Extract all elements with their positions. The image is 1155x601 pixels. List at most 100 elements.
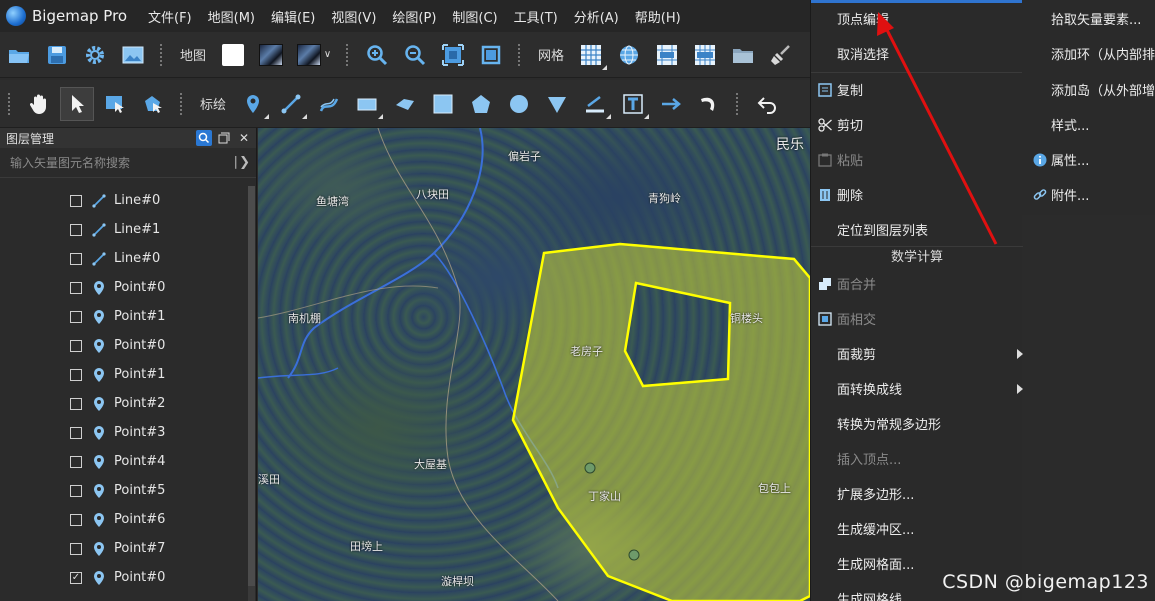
draw-square-button[interactable] <box>426 87 460 121</box>
select-button[interactable] <box>60 86 94 121</box>
layer-checkbox[interactable] <box>70 339 82 352</box>
draw-freehand-button[interactable] <box>388 87 422 121</box>
menu-item-polygon-union[interactable]: 面合并 <box>811 266 1023 301</box>
layer-row[interactable]: Point#2 <box>0 389 248 418</box>
layer-checkbox[interactable] <box>70 368 82 381</box>
layer-checkbox[interactable] <box>70 194 82 207</box>
collapse-panel-icon[interactable]: ∣❯ <box>233 155 250 170</box>
menu-item-vertex-edit[interactable]: 顶点编辑 <box>811 1 1023 36</box>
menu-item-attachments[interactable]: 附件... <box>1022 177 1155 212</box>
layer-row[interactable]: Point#3 <box>0 418 248 447</box>
latlng-grid-button[interactable] <box>612 38 646 72</box>
km-grid-button[interactable] <box>650 38 684 72</box>
menu-item-buffer[interactable]: 生成缓冲区... <box>811 511 1023 546</box>
menu-map[interactable]: 地图(M) <box>200 7 263 26</box>
draw-circle-button[interactable] <box>502 87 536 121</box>
sheet-grid-button[interactable] <box>688 38 722 72</box>
vertex-marker[interactable] <box>584 462 596 474</box>
menu-item-polygon-clip[interactable]: 面裁剪 <box>811 336 1023 371</box>
map-source-dropdown[interactable]: ∨ <box>292 38 336 72</box>
fullscreen-button[interactable] <box>474 38 508 72</box>
draw-sector-button[interactable] <box>540 87 574 121</box>
search-icon[interactable] <box>196 130 212 146</box>
menu-item-polygon-intersect[interactable]: 面相交 <box>811 301 1023 336</box>
satellite-map-button[interactable] <box>254 38 288 72</box>
feature-select-button[interactable] <box>136 87 170 121</box>
settings-button[interactable] <box>78 38 112 72</box>
draw-pentagon-button[interactable] <box>464 87 498 121</box>
layer-checkbox[interactable] <box>70 252 82 265</box>
selected-polygon[interactable] <box>511 242 810 601</box>
menu-edit[interactable]: 编辑(E) <box>263 7 323 26</box>
box-select-button[interactable] <box>98 87 132 121</box>
layer-checkbox[interactable] <box>70 281 82 294</box>
layer-row[interactable]: Point#6 <box>0 505 248 534</box>
menu-file[interactable]: 文件(F) <box>140 7 200 26</box>
restore-icon[interactable] <box>216 130 232 146</box>
layer-checkbox[interactable] <box>70 310 82 323</box>
layer-checkbox[interactable] <box>70 513 82 526</box>
scrollbar-thumb[interactable] <box>248 186 255 586</box>
layer-row[interactable]: Line#1 <box>0 215 248 244</box>
layer-checkbox[interactable] <box>70 426 82 439</box>
menu-item-copy[interactable]: 复制 <box>811 72 1023 107</box>
save-button[interactable] <box>40 38 74 72</box>
zoom-in-button[interactable] <box>360 38 394 72</box>
draw-measure-button[interactable] <box>578 87 612 121</box>
menu-item-style[interactable]: 样式... <box>1022 107 1155 142</box>
image-button[interactable] <box>116 38 150 72</box>
clear-button[interactable] <box>764 38 798 72</box>
draw-point-button[interactable] <box>236 87 270 121</box>
menu-item-insert-vertex[interactable]: 插入顶点... <box>811 441 1023 476</box>
layer-row[interactable]: Point#5 <box>0 476 248 505</box>
menu-item-add-ring[interactable]: 添加环（从内部排 <box>1022 36 1155 71</box>
layer-row[interactable]: Point#1 <box>0 360 248 389</box>
menu-item-pick-vector[interactable]: 拾取矢量要素... <box>1022 1 1155 36</box>
layer-checkbox[interactable] <box>70 223 82 236</box>
layer-checkbox[interactable] <box>70 397 82 410</box>
menu-analysis[interactable]: 分析(A) <box>566 7 627 26</box>
undo-button[interactable] <box>750 87 784 121</box>
draw-curved-arrow-button[interactable] <box>692 87 726 121</box>
layer-row[interactable]: ✓ Point#0 <box>0 563 248 592</box>
menu-draw[interactable]: 绘图(P) <box>384 7 444 26</box>
layer-row[interactable]: Line#0 <box>0 244 248 273</box>
menu-item-polygon-to-line[interactable]: 面转换成线 <box>811 371 1023 406</box>
zoom-out-button[interactable] <box>398 38 432 72</box>
layer-checkbox[interactable] <box>70 455 82 468</box>
menu-item-locate-in-layer-list[interactable]: 定位到图层列表 <box>811 212 1023 247</box>
layer-search-input[interactable] <box>10 155 233 170</box>
draw-curve-button[interactable] <box>312 87 346 121</box>
layer-row[interactable]: Point#7 <box>0 534 248 563</box>
menu-item-deselect[interactable]: 取消选择 <box>811 36 1023 71</box>
menu-item-to-regular-polygon[interactable]: 转换为常规多边形 <box>811 406 1023 441</box>
menu-help[interactable]: 帮助(H) <box>627 7 689 26</box>
menu-view[interactable]: 视图(V) <box>323 7 384 26</box>
grid-button[interactable] <box>574 38 608 72</box>
open-folder-button[interactable] <box>2 38 36 72</box>
menu-item-paste[interactable]: 粘贴 <box>811 142 1023 177</box>
layer-row[interactable]: Point#1 <box>0 302 248 331</box>
layer-row[interactable]: Line#0 <box>0 186 248 215</box>
layer-checkbox[interactable] <box>70 542 82 555</box>
layer-list-scrollbar[interactable] <box>248 186 255 601</box>
zoom-extent-button[interactable] <box>436 38 470 72</box>
map-canvas[interactable]: 偏岩子 鱼塘湾 八块田 青狗岭 南机棚 老房子 铜楼头 大屋基 丁家山 包包上 … <box>258 128 810 601</box>
pan-button[interactable] <box>22 87 56 121</box>
layer-row[interactable]: Point#0 <box>0 331 248 360</box>
menu-tools[interactable]: 工具(T) <box>506 7 566 26</box>
draw-arrow-button[interactable] <box>654 87 688 121</box>
layer-row[interactable]: Point#4 <box>0 447 248 476</box>
menu-item-extend-polygon[interactable]: 扩展多边形... <box>811 476 1023 511</box>
layer-checkbox[interactable] <box>70 484 82 497</box>
close-icon[interactable]: ✕ <box>236 130 252 146</box>
menu-item-add-island[interactable]: 添加岛（从外部增 <box>1022 72 1155 107</box>
menu-cartography[interactable]: 制图(C) <box>444 7 505 26</box>
draw-rect-button[interactable] <box>350 87 384 121</box>
menu-item-properties[interactable]: 属性... <box>1022 142 1155 177</box>
menu-item-delete[interactable]: 删除 <box>811 177 1023 212</box>
vertex-marker[interactable] <box>628 549 640 561</box>
map-folder-button[interactable] <box>726 38 760 72</box>
menu-item-cut[interactable]: 剪切 <box>811 107 1023 142</box>
draw-text-button[interactable] <box>616 87 650 121</box>
